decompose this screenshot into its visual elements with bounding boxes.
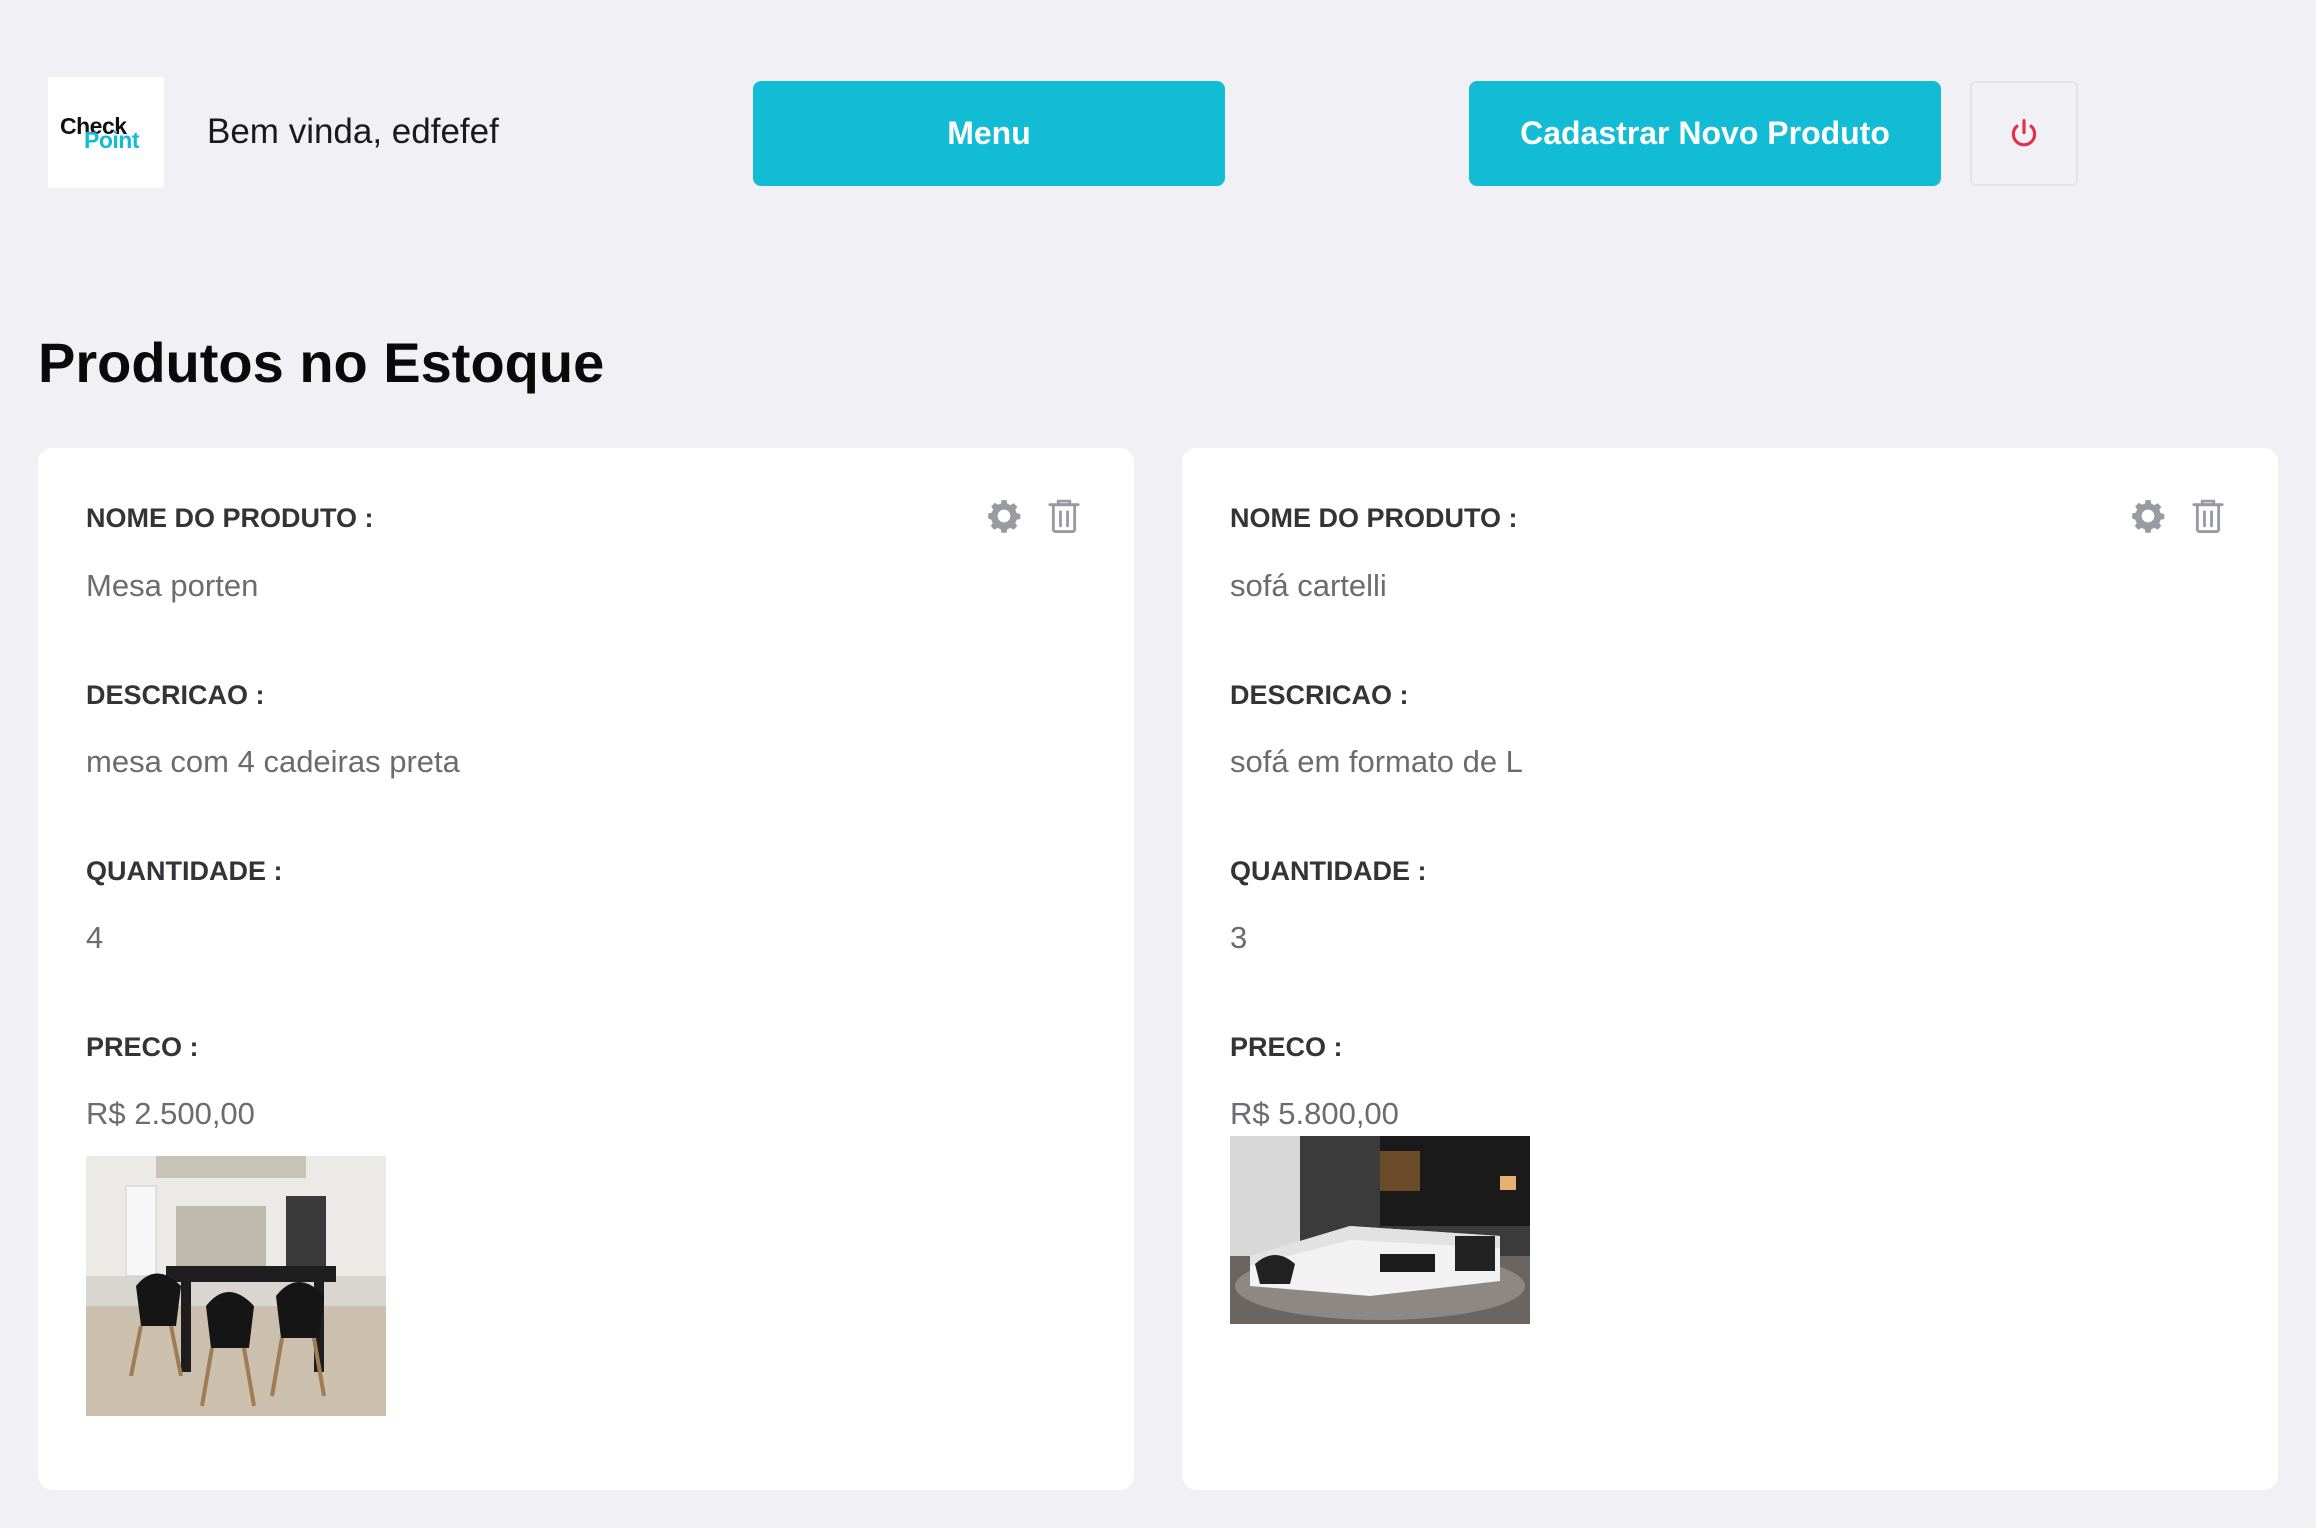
product-price-label: PRECO :: [1230, 1032, 1343, 1062]
dining-table-photo: [86, 1156, 386, 1416]
page-title: Produtos no Estoque: [38, 331, 605, 394]
product-quantity-label: QUANTIDADE :: [1230, 856, 1427, 886]
product-price-label: PRECO :: [86, 1032, 199, 1062]
trash-icon: [2192, 499, 2224, 533]
delete-product-button[interactable]: [2188, 496, 2228, 536]
product-description-label: DESCRICAO :: [1230, 680, 1409, 710]
product-description-label: DESCRICAO :: [86, 680, 265, 710]
register-new-product-button[interactable]: Cadastrar Novo Produto: [1469, 81, 1941, 186]
product-price-value: R$ 5.800,00: [1230, 1096, 1399, 1131]
gear-icon: [988, 500, 1021, 533]
delete-product-button[interactable]: [1044, 496, 1084, 536]
card-actions: [2128, 496, 2228, 536]
edit-product-button[interactable]: [984, 496, 1024, 536]
product-card: NOME DO PRODUTO : sofá cartelli DESCRICA…: [1182, 448, 2278, 1490]
product-name-value: Mesa porten: [86, 568, 259, 603]
power-icon: [2011, 118, 2037, 146]
gear-icon: [2132, 500, 2165, 533]
card-actions: [984, 496, 1084, 536]
menu-button[interactable]: Menu: [753, 81, 1225, 186]
product-quantity-label: QUANTIDADE :: [86, 856, 283, 886]
product-card: NOME DO PRODUTO : Mesa porten DESCRICAO …: [38, 448, 1134, 1490]
product-description-value: sofá em formato de L: [1230, 744, 1523, 779]
product-quantity-value: 3: [1230, 920, 1248, 955]
checkpoint-logo: Check Point: [48, 77, 164, 188]
product-quantity-value: 4: [86, 920, 104, 955]
trash-icon: [1048, 499, 1080, 533]
sectional-sofa-photo: [1230, 1136, 1530, 1324]
product-name-label: NOME DO PRODUTO :: [1230, 503, 1518, 533]
welcome-message: Bem vinda, edfefef: [207, 112, 499, 151]
product-price-value: R$ 2.500,00: [86, 1096, 255, 1131]
app-header: Check Point Bem vinda, edfefef Menu Cada…: [0, 0, 2316, 200]
edit-product-button[interactable]: [2128, 496, 2168, 536]
logout-button[interactable]: [1970, 81, 2078, 186]
product-name-value: sofá cartelli: [1230, 568, 1387, 603]
product-name-label: NOME DO PRODUTO :: [86, 503, 374, 533]
logo-text-point: Point: [84, 127, 140, 153]
product-description-value: mesa com 4 cadeiras preta: [86, 744, 460, 779]
